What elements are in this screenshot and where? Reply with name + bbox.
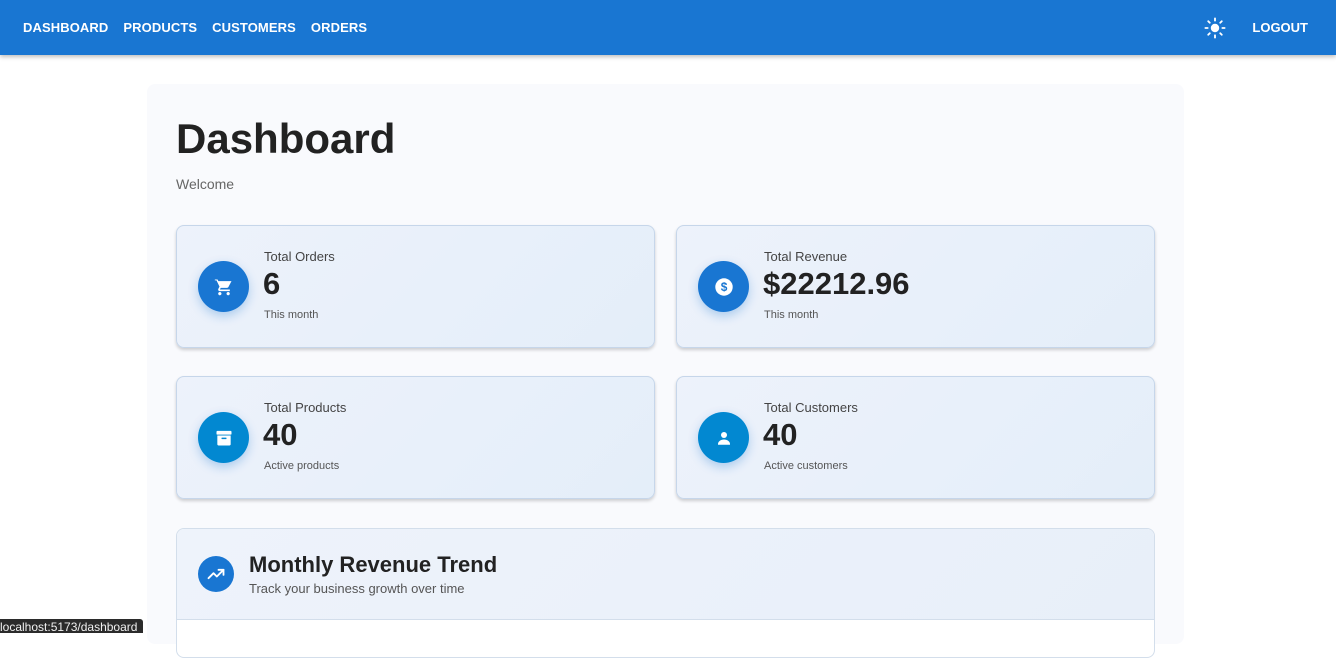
archive-icon xyxy=(216,430,231,445)
page-title: Dashboard xyxy=(176,115,396,162)
dashboard-container: Dashboard Welcome Total Orders 6 This mo… xyxy=(147,84,1184,658)
stat-card-orders: Total Orders 6 This month xyxy=(176,225,655,348)
theme-toggle-button[interactable] xyxy=(1198,11,1232,45)
stat-label: Total Orders xyxy=(264,249,335,264)
revenue-trend-header: Monthly Revenue Trend Track your busines… xyxy=(177,529,1154,620)
app-bar: DASHBOARD PRODUCTS CUSTOMERS ORDERS LOGO… xyxy=(0,0,1336,55)
revenue-trend-title: Monthly Revenue Trend xyxy=(249,552,498,577)
svg-text:$: $ xyxy=(720,280,727,294)
page-subtitle: Welcome xyxy=(176,176,235,192)
nav-orders[interactable]: ORDERS xyxy=(303,12,374,43)
stat-caption: This month xyxy=(264,309,319,321)
revenue-trend-subtitle: Track your business growth over time xyxy=(249,581,465,596)
stat-card-customers: Total Customers 40 Active customers xyxy=(676,376,1155,499)
revenue-trend-card: Monthly Revenue Trend Track your busines… xyxy=(176,528,1155,658)
stat-card-revenue: $ Total Revenue $22212.96 This month xyxy=(676,225,1155,348)
archive-icon-circle xyxy=(198,412,249,463)
nav-customers[interactable]: CUSTOMERS xyxy=(204,12,303,43)
logout-button[interactable]: LOGOUT xyxy=(1244,12,1320,43)
dollar-icon-circle: $ xyxy=(698,261,749,312)
stat-value: 6 xyxy=(263,266,281,301)
stat-label: Total Customers xyxy=(764,400,858,415)
person-icon xyxy=(717,431,730,445)
nav-products[interactable]: PRODUCTS xyxy=(115,12,204,43)
stat-value: 40 xyxy=(263,417,298,452)
appbar-actions: LOGOUT xyxy=(1198,11,1320,45)
nav-dashboard[interactable]: DASHBOARD xyxy=(15,12,115,43)
link-status-bar: localhost:5173/dashboard xyxy=(0,619,144,634)
stat-label: Total Products xyxy=(264,400,347,415)
stat-value: $22212.96 xyxy=(763,266,910,301)
stat-caption: Active products xyxy=(264,460,340,472)
cart-icon-circle xyxy=(198,261,249,312)
person-icon-circle xyxy=(698,412,749,463)
trending-up-icon xyxy=(207,568,225,580)
main-nav: DASHBOARD PRODUCTS CUSTOMERS ORDERS xyxy=(15,12,374,43)
stat-value: 40 xyxy=(763,417,798,452)
stat-caption: Active customers xyxy=(764,460,848,472)
stat-caption: This month xyxy=(764,309,819,321)
stat-label: Total Revenue xyxy=(764,249,848,264)
dollar-icon: $ xyxy=(714,277,733,296)
cart-icon xyxy=(214,278,231,295)
stat-card-products: Total Products 40 Active products xyxy=(176,376,655,499)
sun-icon xyxy=(1204,16,1226,39)
trending-up-icon-circle xyxy=(198,556,234,592)
